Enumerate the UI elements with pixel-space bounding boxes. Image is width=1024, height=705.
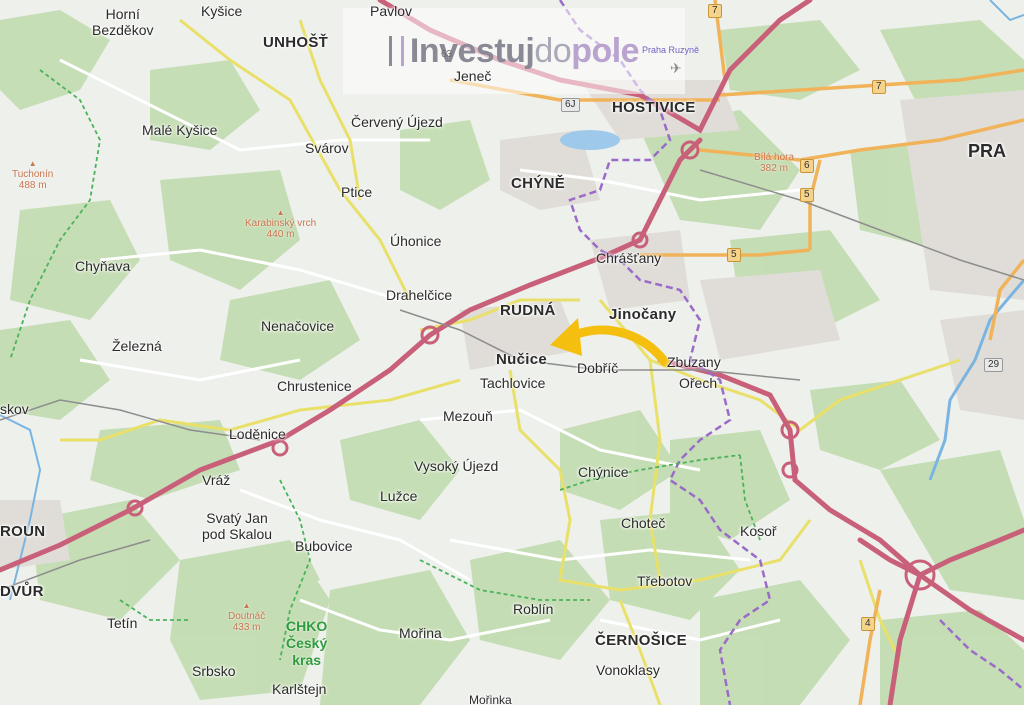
place-vonoklasy: Vonoklasy bbox=[596, 662, 660, 678]
place-rudna: RUDNÁ bbox=[500, 302, 556, 319]
place-horni-bezdekov: Horní Bezděkov bbox=[92, 6, 154, 38]
place-chrustenice: Chrustenice bbox=[277, 378, 352, 394]
place-unhost: UNHOŠŤ bbox=[263, 34, 329, 51]
place-chrastany: Chrášťany bbox=[596, 250, 662, 266]
chko-cesky-kras-label: CHKO Český kras bbox=[286, 618, 328, 668]
peak-triangle-icon: ▲ bbox=[276, 208, 285, 217]
place-pavlov: Pavlov bbox=[370, 3, 413, 19]
map-view[interactable]: Investuj do pole Horní Bezděkov Kyšice UNHO… bbox=[0, 0, 1024, 705]
place-kosor: Kosoř bbox=[740, 523, 777, 539]
peak-triangle-icon: ▲ bbox=[242, 601, 251, 610]
place-chotec: Choteč bbox=[621, 515, 666, 531]
brand-logo: Investuj do pole bbox=[343, 8, 685, 94]
place-cerveny-ujezd: Červený Újezd bbox=[351, 114, 443, 130]
place-beroun: ROUN bbox=[0, 523, 46, 540]
place-praha: PRA bbox=[968, 141, 1007, 161]
place-dobric: Dobříč bbox=[577, 360, 619, 376]
place-zbuzany: Zbuzany bbox=[667, 354, 721, 370]
peak-triangle-icon: ▲ bbox=[28, 159, 37, 168]
place-nucice: Nučice bbox=[496, 351, 547, 368]
airport-label: Praha Ruzyně bbox=[642, 45, 700, 55]
peak-tuchonin: ▲ Tuchonín 488 m bbox=[12, 159, 54, 191]
place-bubovice: Bubovice bbox=[295, 538, 353, 554]
place-lodenice: Loděnice bbox=[229, 426, 286, 442]
place-kysice: Kyšice bbox=[201, 3, 243, 19]
place-tetin: Tetín bbox=[107, 615, 138, 631]
place-skov: skov bbox=[0, 401, 29, 417]
place-male-kysice: Malé Kyšice bbox=[142, 122, 218, 138]
airplane-icon: ✈ bbox=[670, 60, 682, 76]
road-shield-6j: 6J bbox=[561, 98, 580, 112]
place-svaty-jan: Svatý Jan pod Skalou bbox=[202, 510, 273, 542]
place-srbsko: Srbsko bbox=[192, 663, 236, 679]
place-zelezna: Železná bbox=[112, 338, 162, 354]
place-drahelcice: Drahelčice bbox=[386, 287, 453, 303]
place-morina: Mořina bbox=[399, 625, 442, 641]
place-hostivice: HOSTIVICE bbox=[612, 99, 696, 116]
road-shield-5-lower: 5 bbox=[727, 248, 741, 262]
place-svarov: Svárov bbox=[305, 140, 349, 156]
road-shield-63: 63 bbox=[441, 49, 453, 60]
place-chynice: Chýnice bbox=[578, 464, 629, 480]
road-shield-7-top: 7 bbox=[708, 4, 722, 18]
place-chynava: Chyňava bbox=[75, 258, 131, 274]
place-vraz: Vráž bbox=[202, 472, 231, 488]
peak-doutnac: ▲ Doutnáč 433 m bbox=[228, 601, 266, 633]
peak-bila-hora: Bílá hora 382 m bbox=[754, 152, 795, 174]
place-chyne: CHÝNĚ bbox=[511, 175, 566, 192]
place-ptice: Ptice bbox=[341, 184, 373, 200]
place-orech: Ořech bbox=[679, 375, 718, 391]
place-karlstejn: Karlštejn bbox=[272, 681, 327, 697]
road-shield-6: 6 bbox=[800, 159, 814, 173]
logo-mark bbox=[388, 36, 404, 66]
road-shield-4: 4 bbox=[861, 617, 875, 631]
road-shield-5-upper: 5 bbox=[800, 188, 814, 202]
place-vysoky-ujezd: Vysoký Újezd bbox=[414, 458, 499, 474]
place-jinocany: Jinočany bbox=[609, 306, 677, 323]
logo-text-2: do bbox=[534, 31, 572, 70]
place-tachlovice: Tachlovice bbox=[480, 375, 546, 391]
place-luzce: Lužce bbox=[380, 488, 418, 504]
place-mezoun: Mezouň bbox=[443, 408, 493, 424]
place-cernosice: ČERNOŠICE bbox=[595, 632, 687, 649]
place-uhonice: Úhonice bbox=[390, 233, 442, 249]
place-trebotov: Třebotov bbox=[637, 573, 693, 589]
peak-karabinsky-vrch: ▲ Karabinský vrch 440 m bbox=[245, 208, 317, 240]
place-morinka: Mořinka bbox=[469, 693, 512, 705]
place-jenec: Jeneč bbox=[454, 68, 492, 84]
logo-text-3: pole bbox=[571, 31, 640, 70]
place-nenacovice: Nenačovice bbox=[261, 318, 335, 334]
road-shield-29: 29 bbox=[984, 358, 1004, 372]
road-shield-7-right: 7 bbox=[872, 80, 886, 94]
place-kraluv-dvur: DVŮR bbox=[0, 583, 44, 600]
place-roblin: Roblín bbox=[513, 601, 554, 617]
logo-text-1: Investuj bbox=[409, 31, 535, 70]
